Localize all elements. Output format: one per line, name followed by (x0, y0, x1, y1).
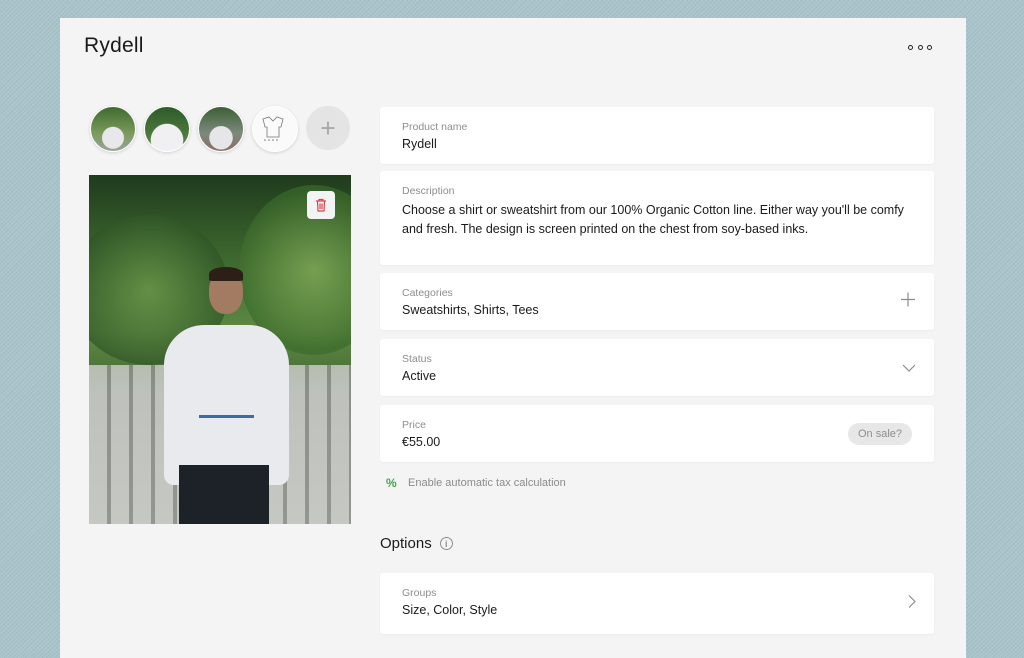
dot (917, 44, 923, 50)
dot (927, 44, 932, 50)
thumbnail-sketch[interactable] (252, 106, 298, 152)
image-print (199, 385, 254, 418)
price-field[interactable]: Price €55.00 On sale? (380, 405, 934, 462)
description-field[interactable]: Description Choose a shirt or sweatshirt… (380, 171, 934, 265)
trash-icon (316, 198, 326, 212)
groups-value: Size, Color, Style (402, 603, 498, 617)
thumbnail-3[interactable] (198, 106, 244, 152)
categories-value: Sweatshirts, Shirts, Tees (402, 303, 539, 317)
groups-field[interactable]: Groups Size, Color, Style (380, 573, 934, 634)
add-image-button[interactable]: + (306, 106, 350, 150)
status-select[interactable]: Active (402, 369, 912, 383)
status-field[interactable]: Status Active (380, 339, 934, 396)
chevron-right-icon[interactable] (908, 594, 916, 613)
field-label: Product name (402, 121, 468, 133)
sketch-icon (262, 116, 284, 141)
field-label: Categories (402, 287, 453, 299)
product-name-input[interactable]: Rydell (402, 137, 912, 151)
add-category-icon[interactable] (900, 291, 916, 312)
dot (908, 44, 913, 50)
image-person-hair (209, 267, 243, 281)
field-label: Price (402, 419, 426, 431)
delete-image-button[interactable] (307, 191, 335, 219)
tax-calculation-label[interactable]: Enable automatic tax calculation (408, 477, 566, 489)
page-title: Rydell (84, 34, 144, 57)
product-main-image (89, 175, 351, 524)
categories-field[interactable]: Categories Sweatshirts, Shirts, Tees (380, 273, 934, 330)
field-label: Status (402, 353, 432, 365)
field-label: Groups (402, 587, 437, 599)
percent-icon: % (386, 476, 397, 490)
image-person-legs (179, 465, 269, 524)
chevron-down-icon[interactable] (902, 359, 916, 377)
on-sale-toggle[interactable]: On sale? (847, 422, 912, 445)
thumbnail-2[interactable] (144, 106, 190, 152)
description-textarea[interactable]: Choose a shirt or sweatshirt from our 10… (402, 201, 912, 239)
more-options-icon[interactable] (908, 40, 932, 54)
info-icon[interactable]: i (439, 537, 453, 550)
product-editor-panel: Rydell + Product name Rydell Description… (60, 18, 966, 658)
options-title: Options (380, 535, 432, 552)
thumbnail-1[interactable] (90, 106, 136, 152)
product-name-field[interactable]: Product name Rydell (380, 107, 934, 164)
tax-calculation-row[interactable]: % Enable automatic tax calculation (386, 476, 566, 490)
field-label: Description (402, 185, 455, 197)
price-input[interactable]: €55.00 (402, 435, 912, 449)
options-header: Options i (380, 535, 453, 552)
image-thumbnails: + (90, 106, 350, 152)
